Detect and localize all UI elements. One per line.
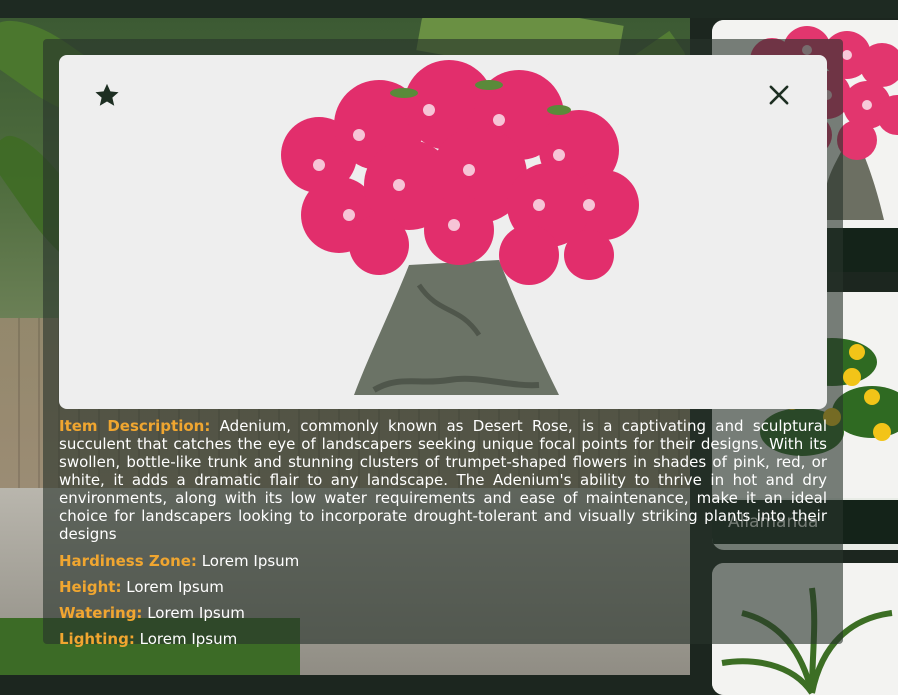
attribute-label: Height: (59, 578, 122, 596)
close-button[interactable] (765, 81, 793, 109)
adenium-image (281, 60, 639, 395)
close-icon (769, 85, 789, 105)
description-label: Item Description: (59, 417, 211, 435)
star-icon (95, 83, 119, 106)
plant-image-panel (59, 55, 827, 409)
item-description: Item Description: Adenium, commonly know… (59, 417, 827, 543)
attribute-value: Lorem Ipsum (139, 630, 238, 648)
favorite-button[interactable] (93, 81, 121, 109)
attribute-lighting: Lighting: Lorem Ipsum (59, 629, 827, 649)
attribute-hardiness-zone: Hardiness Zone: Lorem Ipsum (59, 551, 827, 571)
attribute-watering: Watering: Lorem Ipsum (59, 603, 827, 623)
attribute-value: Lorem Ipsum (147, 604, 245, 622)
attribute-label: Hardiness Zone: (59, 552, 197, 570)
plant-details: Item Description: Adenium, commonly know… (59, 417, 827, 649)
top-bar (0, 0, 898, 18)
attribute-value: Lorem Ipsum (126, 578, 224, 596)
description-text: Adenium, commonly known as Desert Rose, … (59, 417, 827, 543)
attribute-label: Lighting: (59, 630, 135, 648)
attribute-value: Lorem Ipsum (201, 552, 300, 570)
attribute-label: Watering: (59, 604, 143, 622)
attribute-height: Height: Lorem Ipsum (59, 577, 827, 597)
